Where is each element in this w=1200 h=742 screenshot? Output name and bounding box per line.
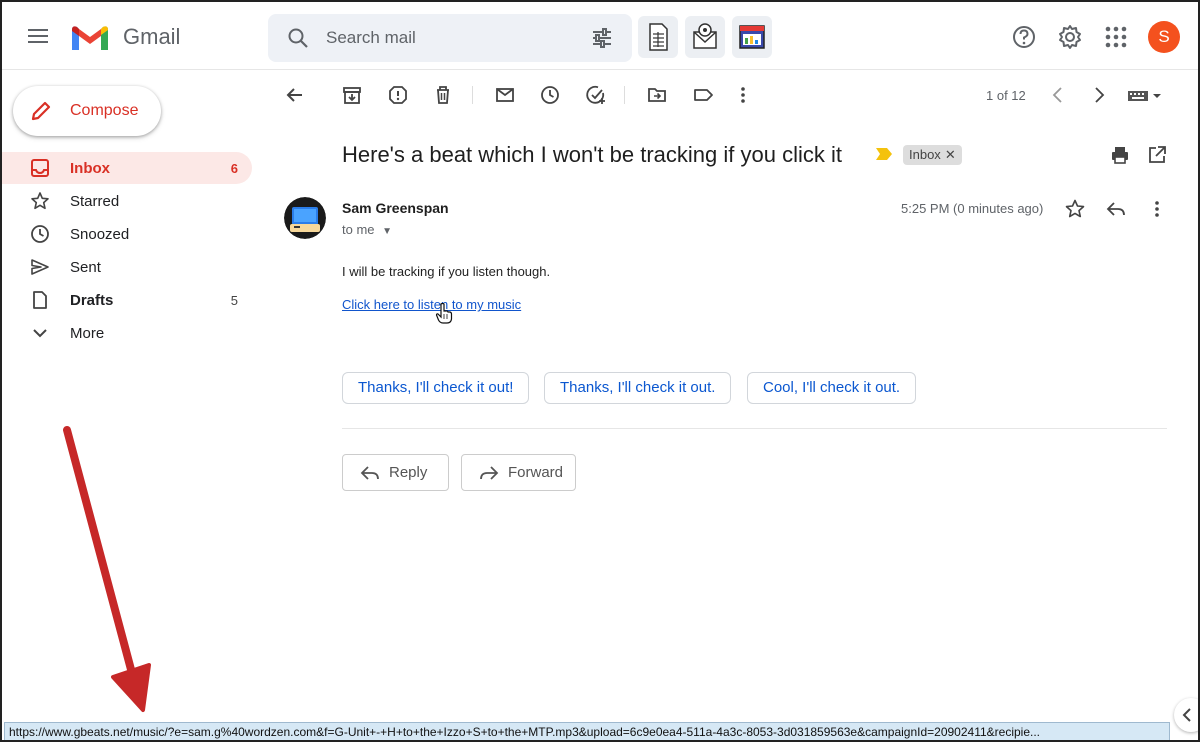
inbox-icon — [31, 159, 49, 177]
sidebar-item-sent[interactable]: Sent — [2, 251, 252, 283]
search-bar[interactable] — [268, 14, 632, 62]
sidebar-item-drafts[interactable]: Drafts 5 — [2, 284, 252, 316]
archive-icon[interactable] — [341, 84, 363, 106]
chevron-left-icon — [1182, 708, 1191, 722]
label-chip-text: Inbox — [909, 147, 941, 162]
label-icon[interactable] — [692, 84, 714, 106]
sidebar-item-more[interactable]: More — [2, 317, 252, 349]
importance-marker-icon[interactable] — [875, 147, 893, 161]
older-chevron-right-icon[interactable] — [1088, 84, 1110, 106]
sidebar-item-label: Drafts — [70, 292, 114, 309]
draft-icon — [33, 291, 47, 309]
sidebar-item-snoozed[interactable]: Snoozed — [2, 218, 252, 250]
pencil-icon — [31, 101, 51, 121]
sidebar-item-label: Inbox — [70, 160, 110, 177]
delete-icon[interactable] — [432, 84, 454, 106]
search-icon[interactable] — [286, 26, 310, 50]
reply-button[interactable]: Reply — [342, 454, 449, 491]
link-hover-status-bar: https://www.gbeats.net/music/?e=sam.g%40… — [4, 722, 1170, 740]
email-subject: Here's a beat which I won't be tracking … — [342, 142, 842, 167]
remove-label-icon[interactable]: ✕ — [945, 147, 956, 162]
back-arrow-icon[interactable] — [284, 84, 306, 106]
toolbar-divider — [624, 86, 625, 104]
reply-arrow-icon[interactable] — [1105, 198, 1127, 220]
apps-grid-icon[interactable] — [1103, 24, 1129, 50]
music-tracking-link[interactable]: Click here to listen to my music — [342, 297, 521, 312]
sheets-extension-icon[interactable] — [638, 16, 678, 58]
smart-reply-button[interactable]: Thanks, I'll check it out. — [544, 372, 732, 404]
sidebar-item-label: Starred — [70, 193, 120, 210]
email-body-text: I will be tracking if you listen though. — [342, 264, 551, 279]
search-options-icon[interactable] — [590, 26, 614, 50]
forward-icon — [480, 466, 499, 480]
sidebar-item-label: Snoozed — [70, 226, 130, 243]
account-avatar[interactable]: S — [1148, 21, 1180, 53]
send-icon — [31, 259, 49, 275]
recipient-details[interactable]: to me ▼ — [342, 222, 392, 237]
sidebar-item-starred[interactable]: Starred — [2, 185, 252, 217]
compose-label: Compose — [70, 102, 139, 119]
sidebar-item-inbox[interactable]: Inbox 6 — [2, 152, 252, 184]
dashboard-extension-icon[interactable] — [732, 16, 772, 58]
inbox-label-chip: Inbox ✕ — [903, 145, 962, 165]
smart-reply-button[interactable]: Thanks, I'll check it out! — [342, 372, 530, 404]
hand-pointer-cursor-icon — [435, 302, 453, 324]
main-menu-icon[interactable] — [24, 22, 52, 50]
top-bar: Gmail S — [2, 2, 1198, 70]
report-spam-icon[interactable] — [387, 84, 409, 106]
settings-gear-icon[interactable] — [1057, 24, 1083, 50]
help-icon[interactable] — [1011, 24, 1037, 50]
reply-icon — [360, 466, 379, 480]
gmail-window: Gmail S Compose Inbox 6 Starred — [0, 0, 1200, 742]
unread-count: 6 — [230, 161, 238, 176]
chevron-down-icon — [33, 329, 47, 338]
sidebar-item-label: Sent — [70, 259, 101, 276]
add-to-tasks-icon[interactable] — [585, 84, 607, 106]
mark-unread-icon[interactable] — [494, 84, 516, 106]
email-timestamp: 5:25 PM (0 minutes ago) — [901, 201, 1044, 216]
recipient-text: to me — [342, 222, 375, 237]
open-in-new-window-icon[interactable] — [1146, 144, 1168, 166]
side-panel-toggle[interactable] — [1174, 698, 1198, 732]
snooze-icon[interactable] — [539, 84, 561, 106]
clock-icon — [31, 225, 49, 243]
newer-chevron-left-icon[interactable] — [1047, 84, 1069, 106]
star-icon — [31, 192, 49, 210]
forward-button[interactable]: Forward — [461, 454, 576, 491]
pagination-count: 1 of 12 — [986, 88, 1026, 103]
message-divider — [342, 428, 1167, 429]
compose-button[interactable]: Compose — [13, 86, 161, 136]
reply-label: Reply — [389, 464, 428, 481]
search-input[interactable] — [326, 26, 576, 50]
sidebar-item-label: More — [70, 325, 105, 342]
star-email-icon[interactable] — [1064, 198, 1086, 220]
forward-label: Forward — [508, 464, 564, 481]
smart-reply-button[interactable]: Cool, I'll check it out. — [747, 372, 917, 404]
draft-count: 5 — [230, 293, 238, 308]
gmail-logo-icon[interactable] — [70, 23, 110, 53]
print-icon[interactable] — [1109, 144, 1131, 166]
move-to-icon[interactable] — [646, 84, 668, 106]
annotation-red-arrow — [63, 426, 151, 712]
toolbar-divider — [472, 86, 473, 104]
sender-name: Sam Greenspan — [342, 200, 449, 216]
more-vert-icon[interactable] — [732, 84, 754, 106]
recipient-details-dropdown-icon[interactable]: ▼ — [382, 226, 392, 237]
input-tools-keyboard-icon[interactable] — [1126, 84, 1166, 106]
sender-avatar — [284, 197, 326, 239]
message-more-vert-icon[interactable] — [1146, 198, 1168, 220]
email-tracker-extension-icon[interactable] — [685, 16, 725, 58]
app-name: Gmail — [123, 24, 181, 49]
